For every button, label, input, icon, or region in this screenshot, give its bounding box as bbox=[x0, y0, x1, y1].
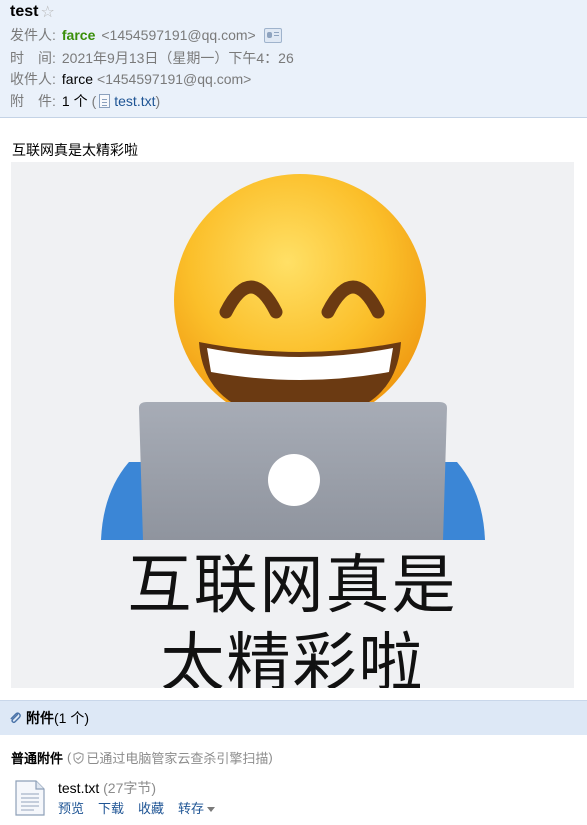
attach-paren-close: ) bbox=[155, 93, 161, 109]
download-link[interactable]: 下载 bbox=[98, 798, 124, 817]
time-value: 2021年9月13日（星期一）下午4：26 bbox=[61, 50, 294, 66]
to-label: 收件人: bbox=[10, 71, 56, 87]
time-label: 时 间: bbox=[10, 50, 56, 66]
to-name[interactable]: farce bbox=[62, 69, 93, 89]
from-label: 发件人: bbox=[10, 27, 56, 43]
save-to-label: 转存 bbox=[178, 801, 205, 816]
attach-count: 1 个 bbox=[61, 93, 88, 109]
caret-down-icon bbox=[207, 807, 216, 813]
attachment-file-item: test.txt (27字节) 预览 下载 收藏 转存 bbox=[14, 778, 574, 822]
from-name[interactable]: farce bbox=[62, 25, 95, 45]
mail-subject: test bbox=[10, 3, 39, 20]
attach-paren-open: ( bbox=[91, 93, 97, 109]
preview-link[interactable]: 预览 bbox=[58, 798, 84, 817]
attach-label: 附 件: bbox=[10, 93, 56, 109]
attachment-bar: 附件 (1 个) bbox=[0, 700, 587, 735]
attach-row: 附 件: 1 个 ( test.txt ) bbox=[10, 91, 160, 111]
mail-body-text: 互联网真是太精彩啦 bbox=[12, 142, 138, 158]
star-icon[interactable]: ☆ bbox=[40, 2, 54, 22]
attachment-section-row: 普通附件 ( 已通过电脑管家云查杀引擎扫描 ) bbox=[11, 748, 273, 767]
attachment-title: 附件 bbox=[26, 710, 54, 726]
to-row: 收件人: farce <1454597191@qq.com> bbox=[10, 69, 251, 89]
scan-text: 已通过电脑管家云查杀引擎扫描 bbox=[86, 751, 269, 766]
time-row: 时 间: 2021年9月13日（星期一）下午4：26 bbox=[10, 48, 294, 68]
attachment-file-name-row: test.txt (27字节) bbox=[58, 778, 156, 798]
attachment-file-size: (27字节) bbox=[103, 780, 157, 796]
favorite-link[interactable]: 收藏 bbox=[138, 798, 164, 817]
meme-caption-line2: 太精彩啦 bbox=[160, 627, 425, 688]
save-to-link[interactable]: 转存 bbox=[178, 798, 216, 817]
attachment-actions: 预览 下载 收藏 转存 bbox=[58, 798, 216, 817]
shield-icon bbox=[73, 751, 84, 764]
file-icon bbox=[99, 94, 111, 108]
from-email: <1454597191@qq.com> bbox=[101, 27, 256, 43]
subject-row: test ☆ bbox=[10, 2, 55, 22]
meme-image: 互联网真是 太精彩啦 bbox=[11, 162, 574, 688]
scan-note: ( 已通过电脑管家云查杀引擎扫描 ) bbox=[67, 748, 273, 767]
scan-paren-open: ( bbox=[67, 750, 72, 765]
document-icon[interactable] bbox=[14, 780, 46, 816]
contact-card-icon[interactable] bbox=[263, 27, 282, 43]
mail-header: test ☆ 发件人: farce <1454597191@qq.com> 时 … bbox=[0, 0, 587, 118]
section-title: 普通附件 bbox=[11, 751, 64, 766]
scan-paren-close: ) bbox=[268, 750, 273, 765]
attachment-count: (1 个) bbox=[54, 710, 89, 726]
paperclip-icon bbox=[10, 712, 21, 724]
to-email: <1454597191@qq.com> bbox=[97, 71, 252, 87]
attach-file-link[interactable]: test.txt bbox=[114, 91, 155, 111]
from-row: 发件人: farce <1454597191@qq.com> bbox=[10, 25, 282, 45]
attachment-file-name[interactable]: test.txt bbox=[58, 780, 99, 796]
